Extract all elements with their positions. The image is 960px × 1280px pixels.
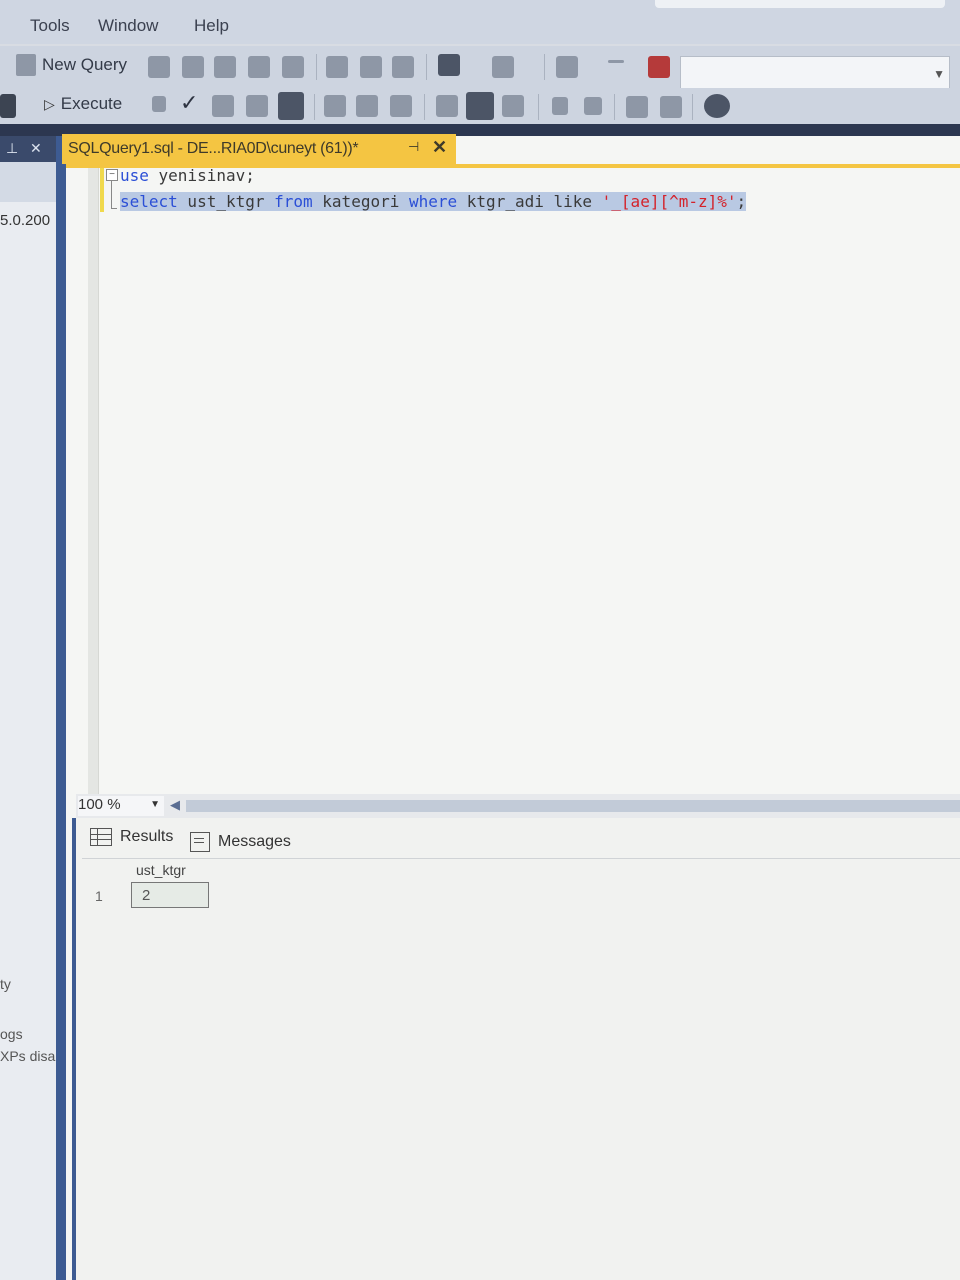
quick-launch-box[interactable] [655, 0, 945, 8]
parse-check-icon[interactable]: ✓ [180, 90, 198, 116]
toolbar-separator [544, 54, 545, 80]
execute-label: Execute [60, 94, 123, 113]
redo-icon[interactable] [492, 56, 514, 78]
new-query-button[interactable]: New Query [16, 54, 127, 76]
sql-text: ; [736, 192, 747, 211]
tab-results-label: Results [120, 828, 174, 845]
chevron-down-icon: ▼ [150, 799, 160, 810]
server-version-text[interactable]: 5.0.200 [0, 212, 50, 229]
undo-icon[interactable] [438, 54, 460, 76]
results-tabs-divider [82, 858, 960, 859]
outline-tick [111, 208, 117, 209]
specify-values-icon[interactable] [704, 94, 730, 118]
tree-item-fragment[interactable]: ogs [0, 1026, 23, 1042]
dax-query-icon[interactable] [282, 56, 304, 78]
toolbar-separator [314, 94, 315, 120]
sql-string: '_[ae][^m-z]%' [601, 192, 737, 211]
menu-tools[interactable]: Tools [30, 16, 70, 36]
toolbar-separator [426, 54, 427, 80]
solution-explorer-icon[interactable] [556, 56, 578, 78]
column-header[interactable]: ust_ktgr [136, 862, 186, 878]
scroll-left-icon[interactable]: ◀ [170, 797, 180, 813]
intellisense-icon[interactable] [278, 92, 304, 120]
pin-icon[interactable]: ⊥ [6, 140, 18, 157]
document-tab[interactable]: SQLQuery1.sql - DE...RIA0D\cuneyt (61))*… [62, 134, 456, 164]
pin-icon[interactable]: ⊣ [408, 139, 419, 155]
zoom-value: 100 % [78, 796, 121, 813]
menu-window[interactable]: Window [98, 16, 158, 36]
mdx-query-icon[interactable] [182, 56, 204, 78]
tab-messages[interactable]: Messages [190, 832, 291, 852]
stop-icon[interactable] [152, 96, 166, 112]
xmla-query-icon[interactable] [248, 56, 270, 78]
comment-icon[interactable] [552, 97, 568, 115]
grid-icon [90, 828, 112, 846]
include-plan-icon[interactable] [324, 95, 346, 117]
horizontal-scrollbar[interactable] [186, 800, 960, 812]
outline-line [111, 181, 112, 209]
sql-keyword: use [120, 166, 149, 185]
close-icon[interactable]: ✕ [432, 137, 447, 158]
execute-button[interactable]: ▷ Execute [44, 94, 122, 114]
new-query-icon [16, 54, 36, 76]
results-to-text-icon[interactable] [436, 95, 458, 117]
zoom-combo[interactable]: 100 % ▼ [78, 796, 164, 816]
dash-icon[interactable] [608, 60, 624, 63]
chevron-down-icon: ▼ [933, 67, 945, 81]
toolbar-separator [692, 94, 693, 120]
copy-icon[interactable] [360, 56, 382, 78]
result-cell[interactable]: 2 [131, 882, 209, 908]
results-to-file-icon[interactable] [502, 95, 524, 117]
object-explorer-header: ⊥ ✕ [0, 136, 56, 162]
debug-icon[interactable] [648, 56, 670, 78]
panel-splitter[interactable] [56, 136, 66, 1280]
query-options-icon[interactable] [246, 95, 268, 117]
estimated-plan-icon[interactable] [212, 95, 234, 117]
uncomment-icon[interactable] [584, 97, 602, 115]
sql-keyword: select [120, 192, 178, 211]
toolbar-separator [424, 94, 425, 120]
new-query-label: New Query [42, 55, 128, 74]
menu-help[interactable]: Help [194, 16, 229, 36]
close-icon[interactable]: ✕ [30, 140, 42, 157]
toolbar-separator [614, 94, 615, 120]
row-number[interactable]: 1 [95, 888, 103, 904]
tree-item-fragment[interactable]: ty [0, 976, 11, 992]
code-line-1[interactable]: use yenisinav; [120, 166, 255, 185]
live-stats-icon[interactable] [356, 95, 378, 117]
database-query-icon[interactable] [148, 56, 170, 78]
sql-text: ktgr_adi like [457, 192, 602, 211]
client-stats-icon[interactable] [390, 95, 412, 117]
code-line-2[interactable]: select ust_ktgr from kategori where ktgr… [120, 192, 747, 211]
object-explorer-panel [0, 136, 56, 1280]
sql-keyword: where [408, 192, 458, 211]
paste-icon[interactable] [392, 56, 414, 78]
sql-text: yenisinav; [148, 166, 255, 185]
messages-icon [190, 832, 210, 852]
toolbar-separator [316, 54, 317, 80]
database-dropdown[interactable] [0, 94, 16, 118]
sql-editor-toolbar: ▷ Execute ✓ [0, 88, 960, 124]
sql-text: ust_ktgr [177, 192, 275, 211]
toolbar-separator [538, 94, 539, 120]
play-icon: ▷ [44, 95, 55, 112]
object-explorer-toolbar [0, 162, 56, 202]
tab-messages-label: Messages [218, 833, 291, 850]
collapse-toggle-icon[interactable]: − [106, 169, 118, 181]
change-tracking-bar [100, 168, 104, 212]
results-to-grid-icon[interactable] [466, 92, 494, 120]
document-tab-title: SQLQuery1.sql - DE...RIA0D\cuneyt (61))* [68, 140, 359, 157]
sql-text: kategori [312, 192, 409, 211]
tab-results[interactable]: Results [90, 828, 173, 846]
decrease-indent-icon[interactable] [626, 96, 648, 118]
editor-gutter [88, 168, 99, 794]
cut-icon[interactable] [326, 56, 348, 78]
dmx-query-icon[interactable] [214, 56, 236, 78]
increase-indent-icon[interactable] [660, 96, 682, 118]
sql-keyword: from [274, 192, 313, 211]
